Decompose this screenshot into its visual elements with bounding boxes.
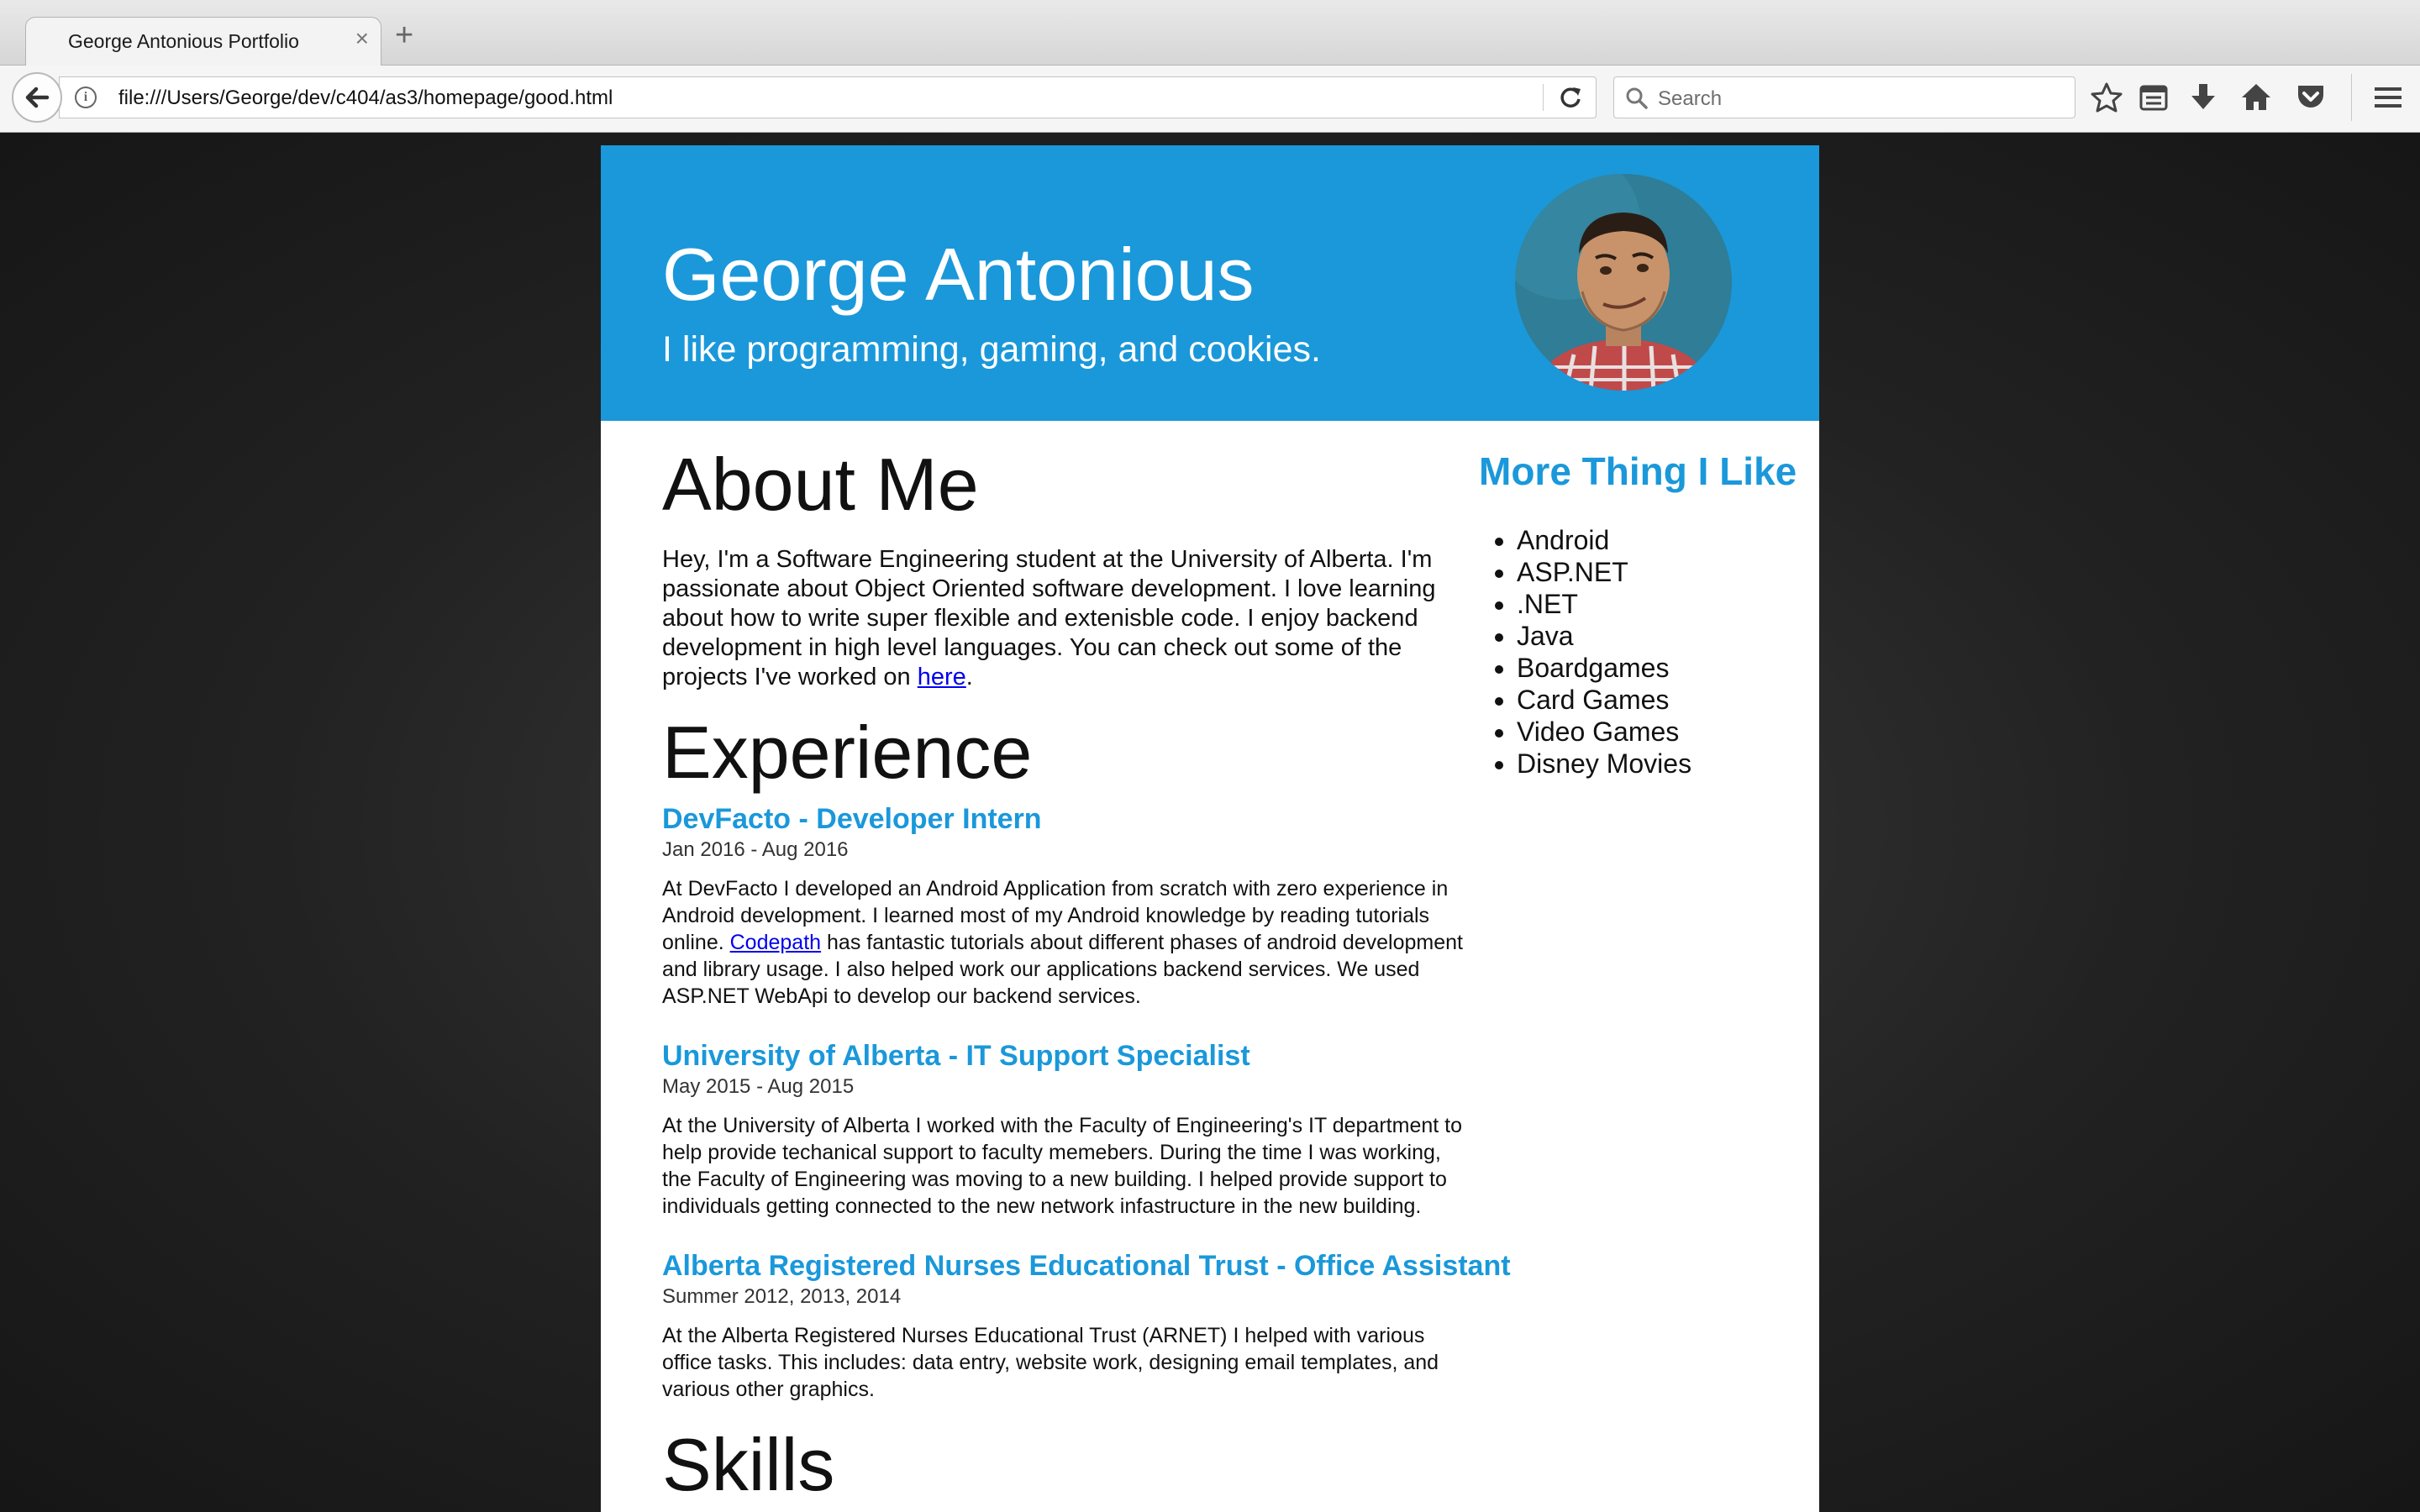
close-tab-icon[interactable]: × (355, 26, 369, 51)
about-heading: About Me (662, 443, 979, 526)
about-paragraph: Hey, I'm a Software Engineering student … (662, 545, 1469, 692)
job-entry: University of Alberta - IT Support Speci… (662, 1042, 1469, 1220)
toolbar-divider (2351, 74, 2352, 121)
url-text[interactable]: file:///Users/George/dev/c404/as3/homepa… (118, 87, 613, 110)
search-icon (1626, 87, 1648, 109)
job-title: University of Alberta - IT Support Speci… (662, 1040, 1250, 1072)
profile-photo (1515, 174, 1732, 391)
skills-heading: Skills (662, 1423, 835, 1506)
codepath-link[interactable]: Codepath (730, 931, 821, 954)
list-item: Card Games (1517, 684, 1798, 716)
job-date: Jan 2016 - Aug 2016 (662, 838, 849, 861)
list-item: ASP.NET (1517, 556, 1798, 588)
job-title: Alberta Registered Nurses Educational Tr… (662, 1250, 1511, 1282)
hero-banner: George Antonious I like programming, gam… (601, 145, 1819, 421)
job-description: At DevFacto I developed an Android Appli… (662, 875, 1469, 1010)
back-arrow-icon (25, 87, 50, 108)
menu-icon[interactable] (2371, 81, 2405, 114)
job-entry: DevFacto - Developer Intern Jan 2016 - A… (662, 805, 1469, 1010)
list-item: .NET (1517, 588, 1798, 620)
job-date: Summer 2012, 2013, 2014 (662, 1285, 902, 1308)
hero-tagline: I like programming, gaming, and cookies. (662, 329, 1321, 370)
list-item: Disney Movies (1517, 748, 1798, 780)
tab-title: George Antonious Portfolio (68, 30, 299, 52)
list-item: Android (1517, 524, 1798, 556)
hero-name: George Antonious (662, 233, 1255, 316)
about-text: Hey, I'm a Software Engineering student … (662, 546, 1436, 690)
projects-link[interactable]: here (918, 664, 966, 690)
job-date: May 2015 - Aug 2015 (662, 1075, 855, 1098)
download-icon[interactable] (2186, 81, 2220, 114)
experience-heading: Experience (662, 711, 1033, 794)
main-column: About Me Hey, I'm a Software Engineering… (662, 443, 1511, 1506)
job-title: DevFacto - Developer Intern (662, 803, 1042, 835)
home-icon[interactable] (2239, 81, 2273, 114)
page-viewport: George Antonious I like programming, gam… (0, 133, 2420, 1512)
about-text-end: . (965, 664, 973, 690)
job-description: At the University of Alberta I worked wi… (662, 1114, 1463, 1218)
reload-icon[interactable] (1555, 82, 1586, 113)
list-item: Java (1517, 620, 1798, 652)
job-description: At the Alberta Registered Nurses Educati… (662, 1324, 1439, 1401)
address-bar[interactable]: i file:///Users/George/dev/c404/as3/home… (59, 76, 1597, 118)
reading-list-icon[interactable] (2137, 81, 2170, 114)
bookmark-star-icon[interactable] (2090, 81, 2123, 114)
back-button[interactable] (12, 72, 62, 123)
sidebar-title: More Thing I Like (1479, 449, 1797, 493)
tab-strip: George Antonious Portfolio × + (0, 0, 2420, 66)
url-divider (1543, 84, 1544, 111)
portfolio-card: George Antonious I like programming, gam… (601, 145, 1819, 1512)
active-tab[interactable]: George Antonious Portfolio × (25, 17, 381, 66)
likes-list: Android ASP.NET .NET Java Boardgames Car… (1479, 524, 1798, 780)
list-item: Boardgames (1517, 652, 1798, 684)
sidebar: More Thing I Like Android ASP.NET .NET J… (1479, 452, 1798, 780)
search-bar[interactable]: Search (1613, 76, 2075, 118)
navigation-toolbar: i file:///Users/George/dev/c404/as3/home… (0, 66, 2420, 133)
info-icon[interactable]: i (75, 87, 97, 108)
list-item: Video Games (1517, 716, 1798, 748)
pocket-icon[interactable] (2294, 81, 2328, 114)
new-tab-button[interactable]: + (395, 18, 413, 52)
job-entry: Alberta Registered Nurses Educational Tr… (662, 1250, 1511, 1403)
search-placeholder: Search (1658, 87, 1723, 110)
